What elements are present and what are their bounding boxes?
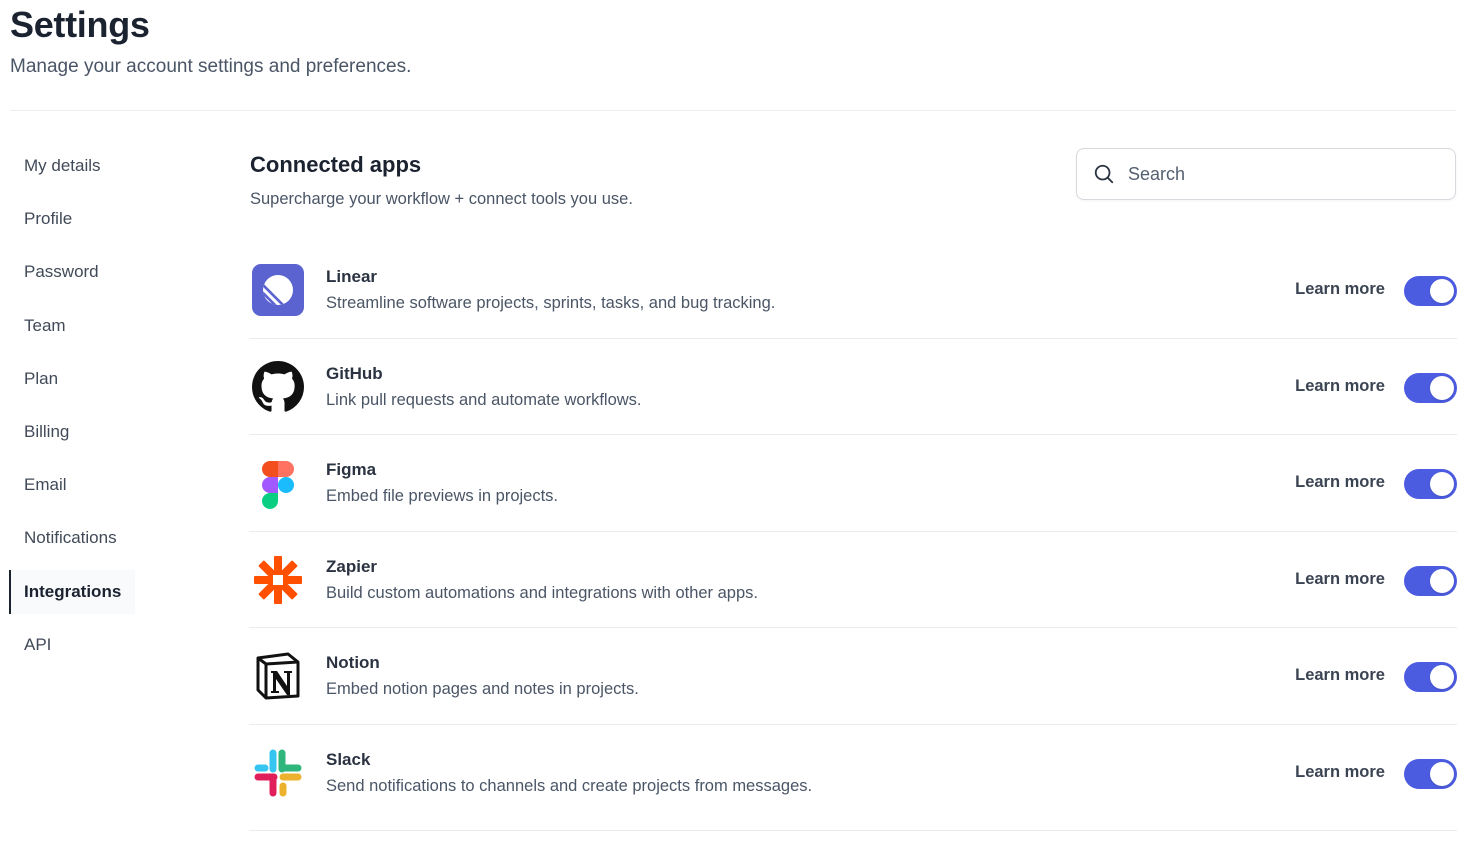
- toggle-knob: [1430, 279, 1454, 303]
- toggle-knob: [1430, 761, 1454, 786]
- integration-toggle[interactable]: [1404, 662, 1457, 692]
- zapier-icon: [252, 554, 304, 606]
- sidebar-item-password[interactable]: Password: [9, 250, 139, 294]
- sidebar-item-email[interactable]: Email: [9, 463, 139, 507]
- section-subtitle: Supercharge your workflow + connect tool…: [250, 190, 633, 208]
- app-name: Notion: [326, 653, 380, 672]
- section-title: Connected apps: [250, 152, 422, 177]
- sidebar-item-my-details[interactable]: My details: [9, 144, 139, 188]
- app-row-linear: Linear Streamline software projects, spr…: [249, 242, 1457, 339]
- integrations-panel: Connected apps Supercharge your workflow…: [249, 140, 1457, 860]
- app-description: Send notifications to channels and creat…: [326, 776, 813, 795]
- learn-more-link[interactable]: Learn more: [1295, 666, 1385, 685]
- app-list: Linear Streamline software projects, spr…: [249, 242, 1457, 831]
- learn-more-link[interactable]: Learn more: [1295, 473, 1385, 492]
- search-icon: [1092, 162, 1116, 186]
- integration-toggle[interactable]: [1404, 565, 1457, 596]
- page-header: Settings Manage your account settings an…: [10, 0, 1456, 111]
- app-name: Slack: [326, 749, 371, 769]
- app-description: Embed notion pages and notes in projects…: [326, 680, 639, 698]
- sidebar-item-integrations[interactable]: Integrations: [9, 569, 135, 614]
- toggle-knob: [1430, 375, 1454, 400]
- sidebar-item-api[interactable]: API: [9, 623, 139, 667]
- integration-toggle[interactable]: [1404, 276, 1457, 306]
- notion-icon: [252, 650, 304, 702]
- sidebar-item-profile[interactable]: Profile: [9, 197, 139, 241]
- toggle-knob: [1430, 568, 1454, 593]
- search-input[interactable]: [1126, 162, 1430, 186]
- slack-icon: [252, 747, 304, 799]
- search-box[interactable]: [1076, 148, 1456, 200]
- settings-sidebar: My details Profile Password Team Plan Bi…: [9, 144, 139, 676]
- page-title: Settings: [10, 4, 150, 45]
- page-subtitle: Manage your account settings and prefere…: [10, 56, 412, 77]
- integration-toggle[interactable]: [1404, 758, 1457, 789]
- integration-toggle[interactable]: [1404, 469, 1457, 499]
- app-description: Streamline software projects, sprints, t…: [326, 294, 776, 312]
- learn-more-link[interactable]: Learn more: [1295, 570, 1385, 589]
- app-row-figma: Figma Embed file previews in projects. L…: [249, 435, 1457, 532]
- sidebar-item-notifications[interactable]: Notifications: [9, 516, 139, 560]
- sidebar-item-team[interactable]: Team: [9, 304, 139, 348]
- linear-icon: [252, 264, 304, 316]
- app-row-github: GitHub Link pull requests and automate w…: [249, 339, 1457, 435]
- app-name: GitHub: [326, 363, 383, 383]
- github-icon: [252, 360, 304, 413]
- learn-more-link[interactable]: Learn more: [1295, 377, 1385, 396]
- toggle-knob: [1430, 665, 1454, 689]
- sidebar-item-billing[interactable]: Billing: [9, 410, 139, 454]
- app-name: Linear: [326, 267, 378, 286]
- learn-more-link[interactable]: Learn more: [1295, 763, 1385, 782]
- app-description: Build custom automations and integration…: [326, 583, 758, 602]
- sidebar-item-plan[interactable]: Plan: [9, 357, 139, 401]
- app-row-slack: Slack Send notifications to channels and…: [249, 725, 1457, 831]
- learn-more-link[interactable]: Learn more: [1295, 280, 1385, 299]
- app-name: Figma: [326, 460, 377, 479]
- app-row-zapier: Zapier Build custom automations and inte…: [249, 532, 1457, 628]
- app-name: Zapier: [326, 556, 378, 576]
- figma-icon: [252, 457, 304, 509]
- app-row-notion: Notion Embed notion pages and notes in p…: [249, 628, 1457, 725]
- app-description: Link pull requests and automate workflow…: [326, 390, 642, 409]
- toggle-knob: [1430, 472, 1454, 496]
- integration-toggle[interactable]: [1404, 372, 1457, 403]
- app-description: Embed file previews in projects.: [326, 487, 559, 505]
